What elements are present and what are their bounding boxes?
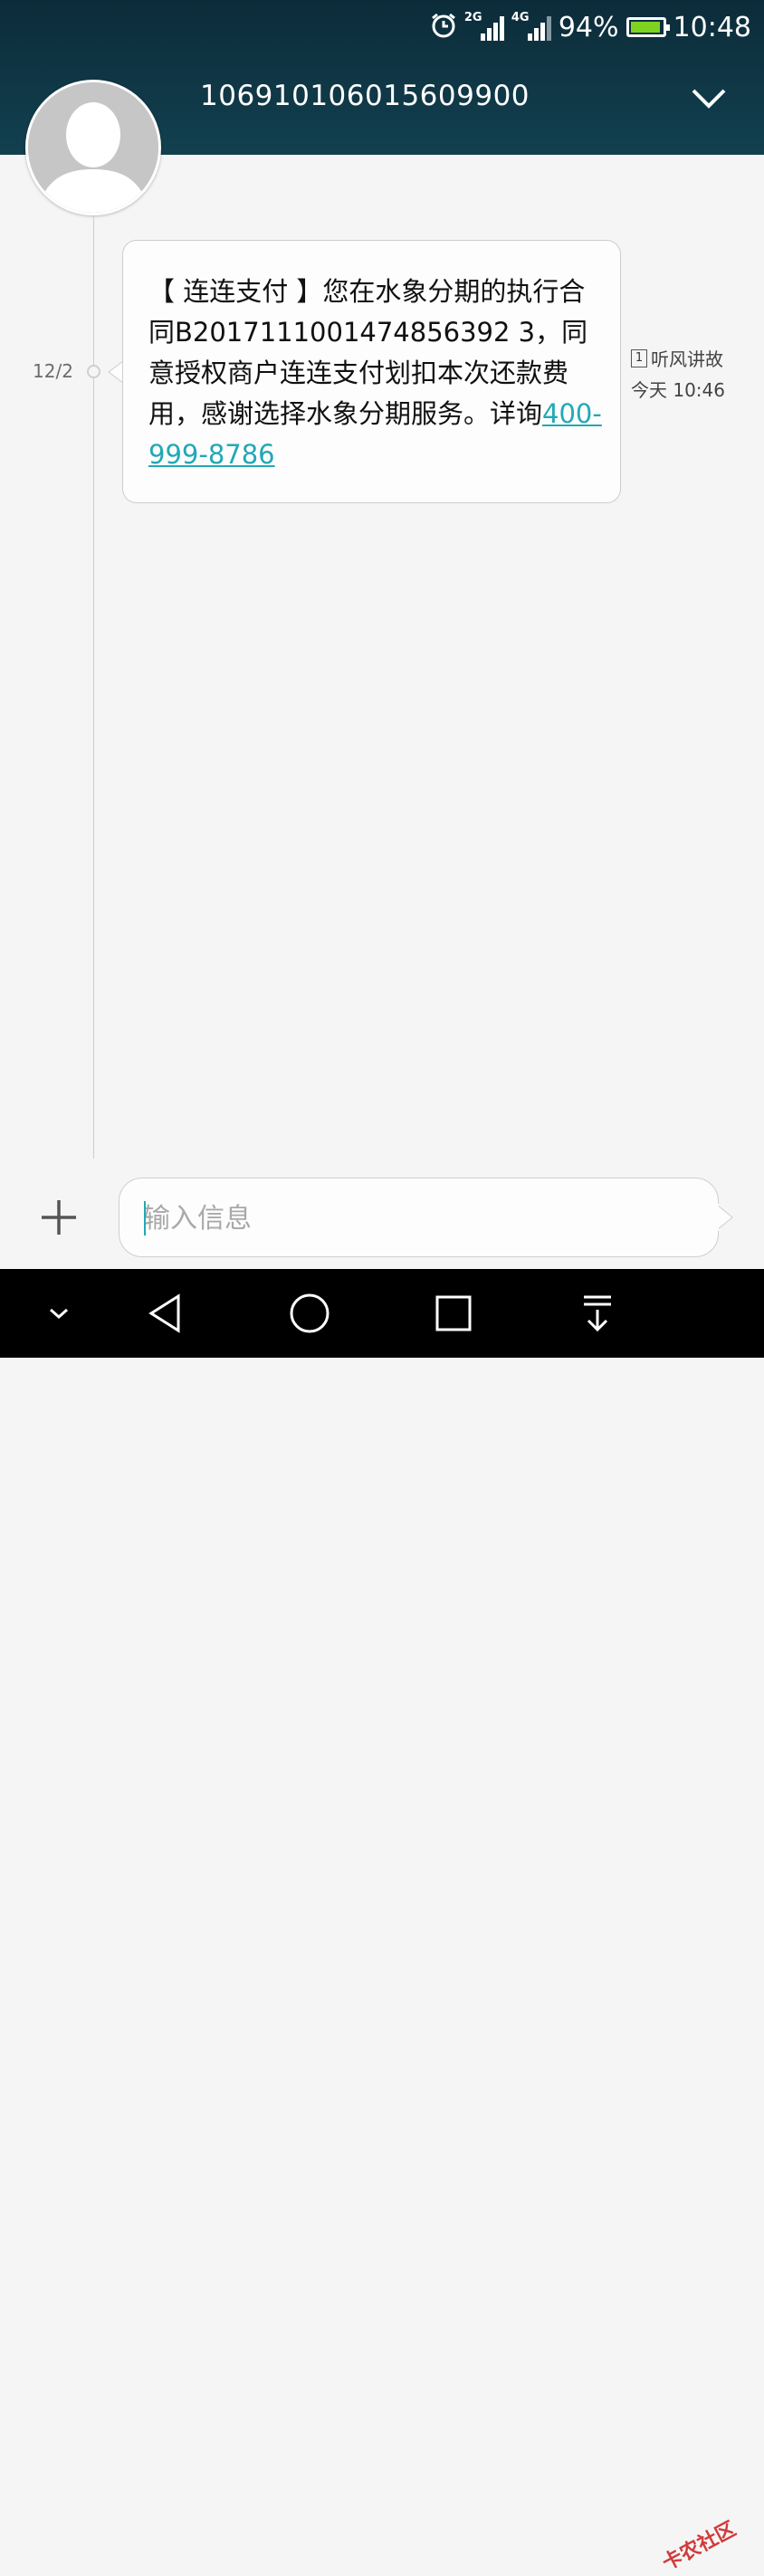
sim-card-icon: 1 — [631, 348, 647, 367]
network-4g-label: 4G — [511, 11, 530, 24]
recents-button[interactable] — [417, 1269, 490, 1358]
person-silhouette-icon — [28, 82, 158, 213]
status-time: 10:48 — [673, 11, 751, 43]
message-text: 【 连连支付 】您在水象分期的执行合同B2017111001474856392 … — [148, 272, 602, 475]
message-body: 【 连连支付 】您在水象分期的执行合同B2017111001474856392 … — [148, 276, 588, 429]
sim-info: 1 听风讲故 — [631, 345, 723, 371]
battery-icon — [626, 17, 670, 37]
message-date: 12/2 — [33, 360, 73, 382]
text-caret — [144, 1201, 146, 1236]
message-bubble[interactable]: 【 连连支付 】您在水象分期的执行合同B2017111001474856392 … — [122, 240, 621, 503]
message-input-box[interactable] — [119, 1178, 719, 1257]
contact-avatar[interactable] — [25, 80, 161, 215]
contact-number[interactable]: 106910106015609900 — [200, 80, 530, 112]
send-pointer-icon — [715, 1204, 733, 1231]
back-triangle-icon — [148, 1293, 180, 1333]
chevron-down-icon — [50, 1308, 68, 1320]
alarm-icon — [430, 12, 457, 43]
sim-name: 听风讲故 — [651, 348, 723, 370]
add-attachment-button[interactable] — [38, 1197, 80, 1238]
message-input[interactable] — [143, 1198, 686, 1238]
battery-fill — [630, 22, 660, 33]
pulldown-icon — [584, 1295, 611, 1332]
timeline-dot — [87, 365, 100, 378]
home-circle-icon — [290, 1293, 329, 1333]
recents-square-icon — [435, 1295, 472, 1331]
plus-icon — [42, 1200, 76, 1235]
battery-percent: 94% — [558, 11, 619, 43]
timeline-line — [93, 215, 94, 1159]
status-bar: 2G 4G 94% 10:48 — [430, 9, 751, 45]
notification-pulldown-button[interactable] — [561, 1269, 634, 1358]
system-navigation-bar: 卡农社区 — [0, 1269, 764, 2575]
signal-4g-icon: 4G — [511, 11, 551, 41]
watermark-logo: 卡农社区 — [658, 2517, 740, 2576]
chevron-down-icon[interactable] — [688, 81, 730, 118]
network-2g-label: 2G — [463, 11, 482, 24]
home-button[interactable] — [273, 1269, 346, 1358]
hide-keyboard-button[interactable] — [23, 1269, 95, 1358]
message-time: 今天 10:46 — [631, 379, 725, 401]
back-button[interactable] — [129, 1269, 202, 1358]
signal-2g-icon: 2G — [463, 11, 504, 41]
